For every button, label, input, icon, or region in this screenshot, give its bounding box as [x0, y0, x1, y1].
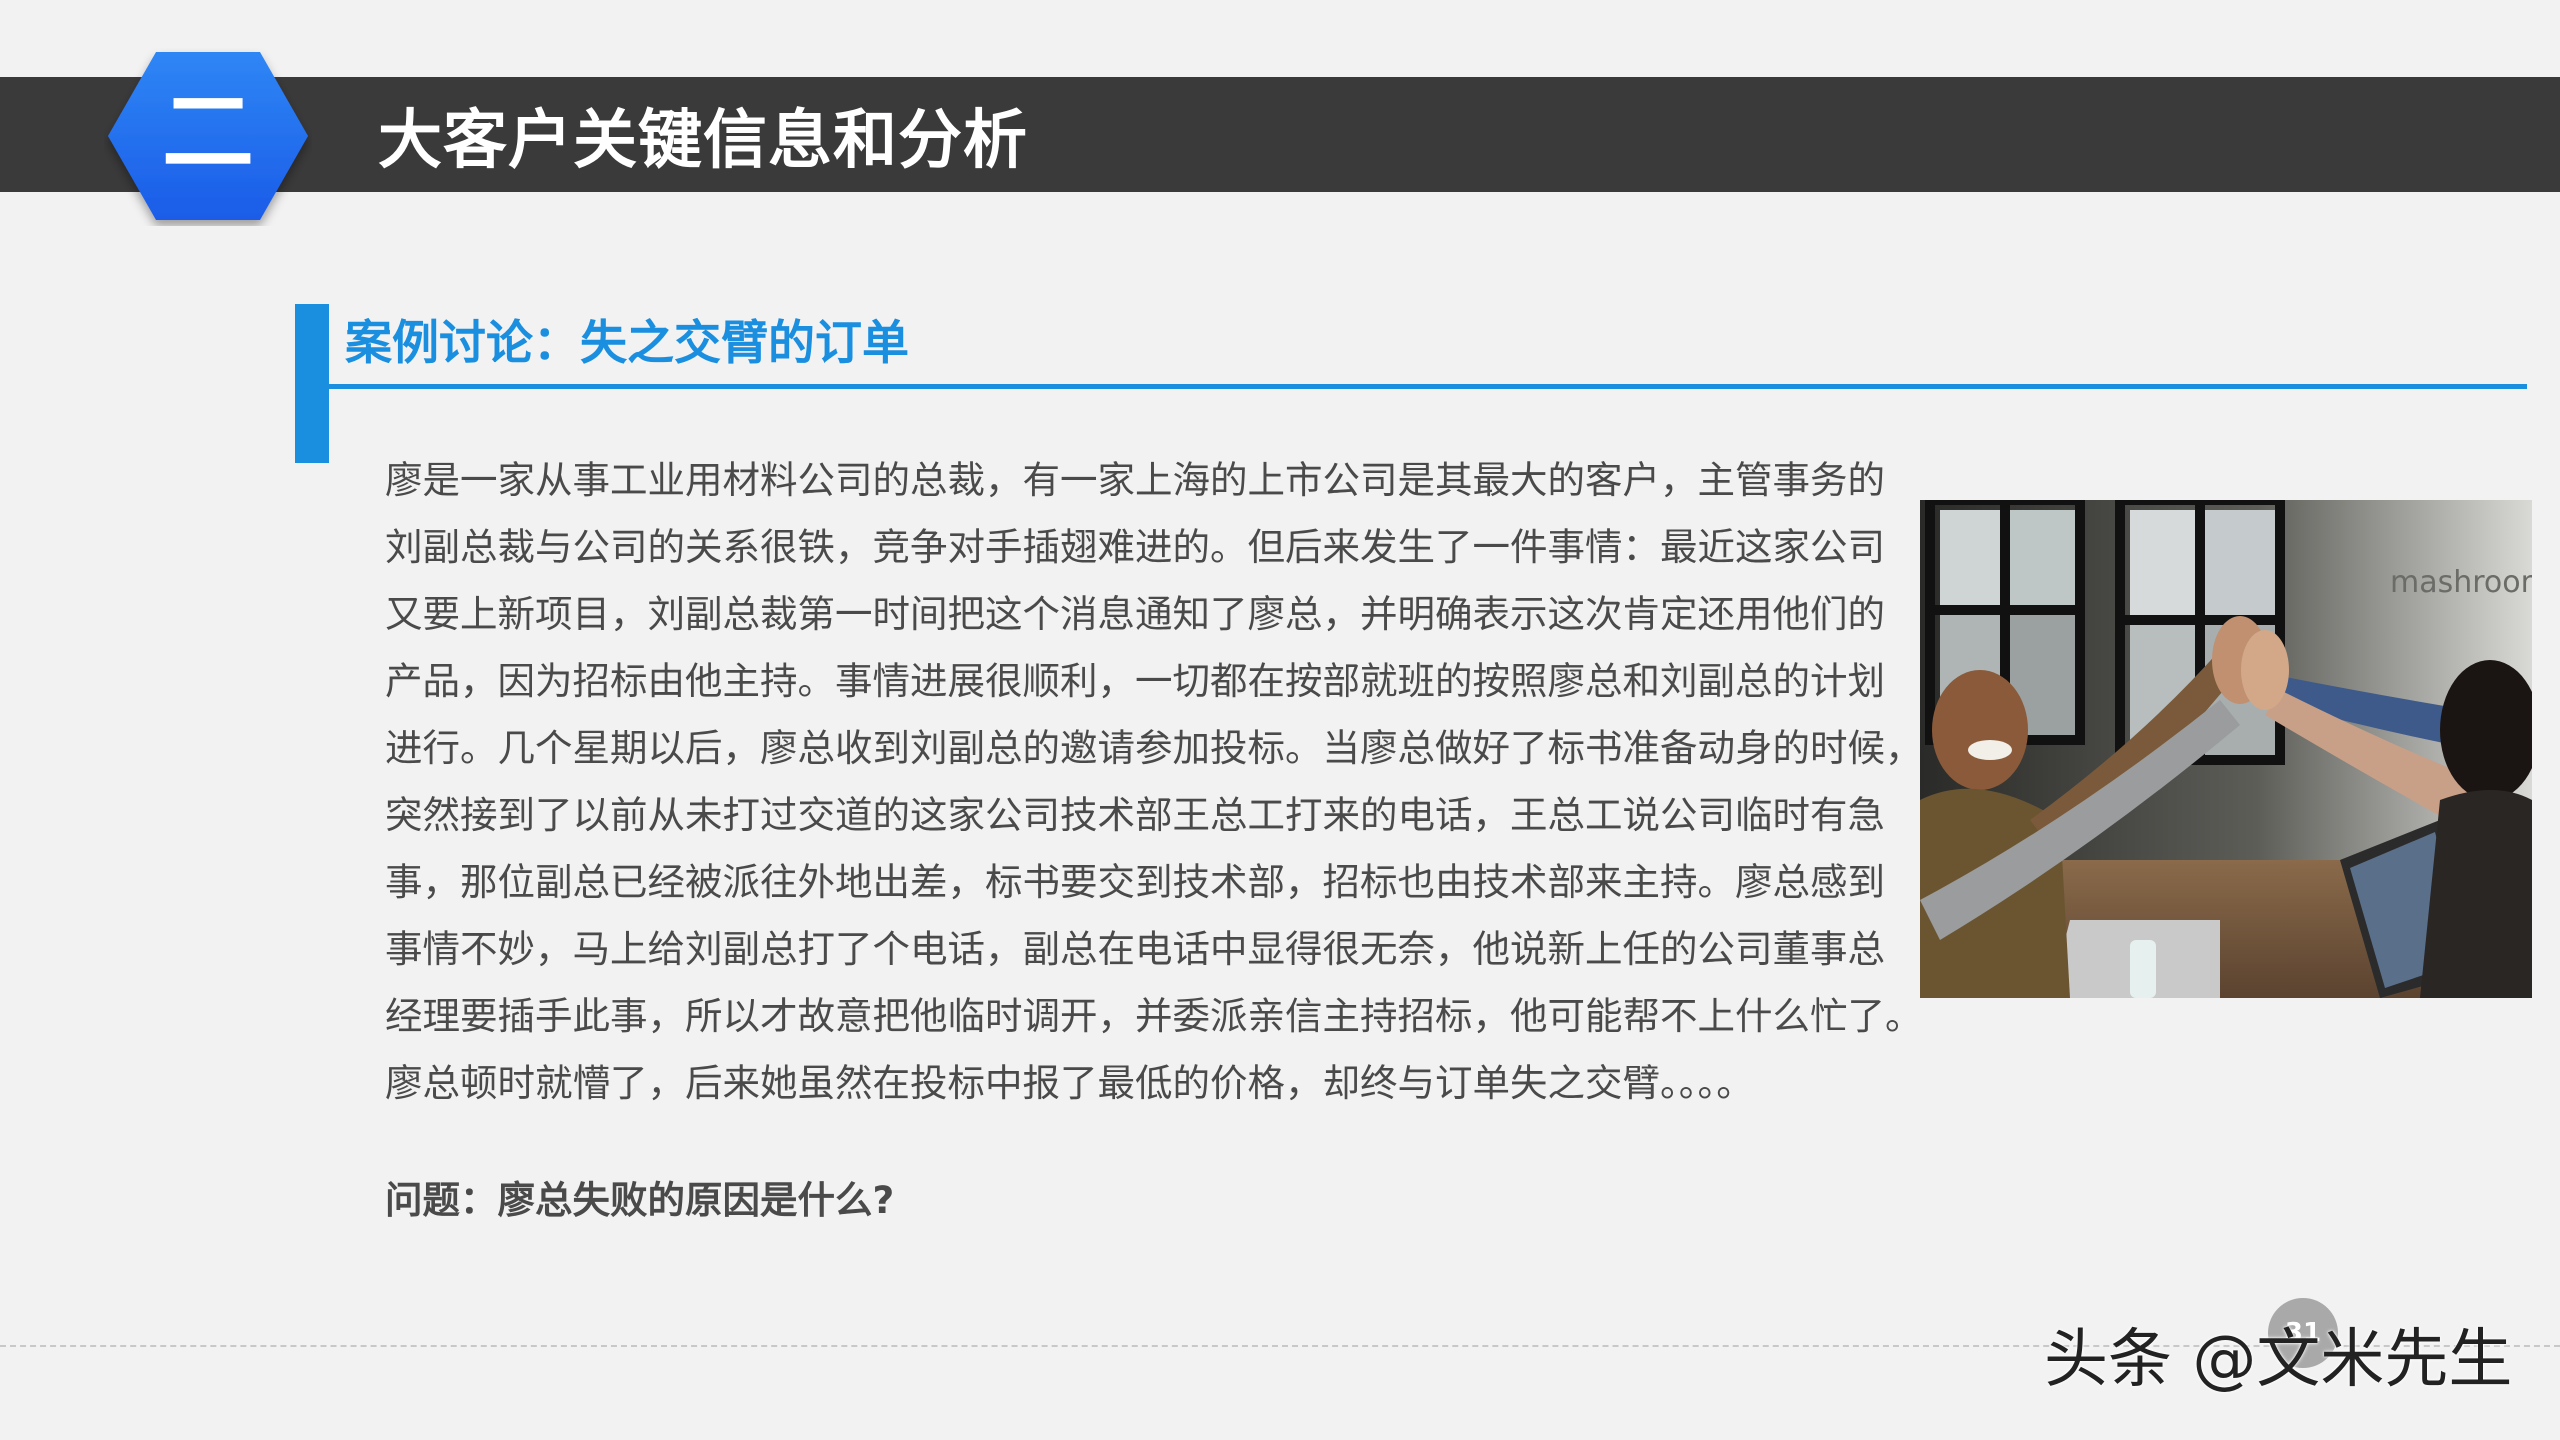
watermark: 头条 @文米先生: [2044, 1323, 2513, 1397]
case-title-underline: [329, 384, 2527, 389]
case-body-line: 事，那位副总已经被派往外地出差，标书要交到技术部，招标也由技术部来主持。廖总感到: [385, 860, 1885, 904]
section-title: 大客户关键信息和分析: [378, 103, 1028, 178]
case-body-line: 又要上新项目，刘副总裁第一时间把这个消息通知了廖总，并明确表示这次肯定还用他们的: [385, 592, 1885, 636]
case-body-line: 廖总顿时就懵了，后来她虽然在投标中报了最低的价格，却终与订单失之交臂。。。。: [385, 1061, 1754, 1105]
section-number-badge: 二: [104, 48, 312, 226]
case-body-line: 突然接到了以前从未打过交道的这家公司技术部王总工打来的电话，王总工说公司临时有急: [385, 793, 1885, 837]
case-accent-bar: [295, 304, 329, 463]
case-body: 廖是一家从事工业用材料公司的总裁，有一家上海的上市公司是其最大的客户，主管事务的…: [385, 447, 1923, 1117]
section-number: 二: [161, 79, 254, 186]
case-title: 案例讨论：失之交臂的订单: [345, 316, 909, 371]
case-body-line: 产品，因为招标由他主持。事情进展很顺利，一切都在按部就班的按照廖总和刘副总的计划: [385, 659, 1885, 703]
case-body-line: 经理要插手此事，所以才故意把他临时调开，并委派亲信主持招标，他可能帮不上什么忙了…: [385, 994, 1923, 1038]
slide: 二 大客户关键信息和分析 案例讨论：失之交臂的订单 廖是一家从事工业用材料公司的…: [0, 0, 2560, 1440]
team-high-five-photo: mashroom: [1920, 500, 2532, 998]
discussion-question: 问题：廖总失败的原因是什么?: [385, 1178, 895, 1222]
case-body-line: 廖是一家从事工业用材料公司的总裁，有一家上海的上市公司是其最大的客户，主管事务的: [385, 458, 1885, 502]
case-body-line: 事情不妙，马上给刘副总打了个电话，副总在电话中显得很无奈，他说新上任的公司董事总: [385, 927, 1885, 971]
case-body-line: 刘副总裁与公司的关系很铁，竞争对手插翅难进的。但后来发生了一件事情：最近这家公司: [385, 525, 1885, 569]
wall-sign-text: mashroom: [2390, 565, 2532, 600]
case-body-line: 进行。几个星期以后，廖总收到刘副总的邀请参加投标。当廖总做好了标书准备动身的时候…: [385, 726, 1923, 770]
